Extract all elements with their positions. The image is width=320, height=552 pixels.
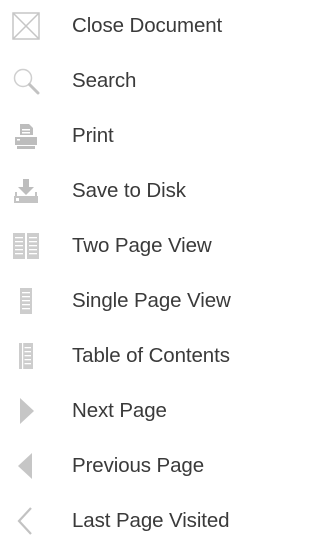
menu-item-last-page-visited[interactable]: Last Page Visited [0,496,275,546]
single-page-view-icon [12,287,40,315]
menu-item-label: Previous Page [72,454,205,477]
menu-item-single-page-view[interactable]: Single Page View [0,276,275,326]
menu-item-label: Two Page View [72,234,212,257]
two-page-view-icon [12,232,40,260]
menu-item-search[interactable]: Search [0,56,275,106]
menu-item-label: Search [72,69,137,92]
table-of-contents-icon [12,342,40,370]
close-document-icon [12,12,40,40]
print-icon [12,122,40,150]
menu-item-label: Close Document [72,14,223,37]
menu-item-two-page-view[interactable]: Two Page View [0,221,275,271]
menu-item-label: Table of Contents [72,344,230,367]
menu-item-next-page[interactable]: Next Page [0,386,275,436]
menu-item-print[interactable]: Print [0,111,275,161]
menu-item-save-to-disk[interactable]: Save to Disk [0,166,275,216]
menu-item-label: Single Page View [72,289,231,312]
menu-item-label: Last Page Visited [72,509,230,532]
menu-item-close-document[interactable]: Close Document [0,1,275,51]
menu-item-label: Save to Disk [72,179,186,202]
previous-page-icon [12,452,40,480]
search-icon [12,67,40,95]
menu-item-table-of-contents[interactable]: Table of Contents [0,331,275,381]
next-page-icon [12,397,40,425]
save-to-disk-icon [12,177,40,205]
last-page-visited-icon [12,507,40,535]
menu-item-label: Print [72,124,114,147]
menu-item-label: Next Page [72,399,167,422]
menu-item-previous-page[interactable]: Previous Page [0,441,275,491]
document-menu: Close Document Search Print Save to Disk… [0,0,275,552]
